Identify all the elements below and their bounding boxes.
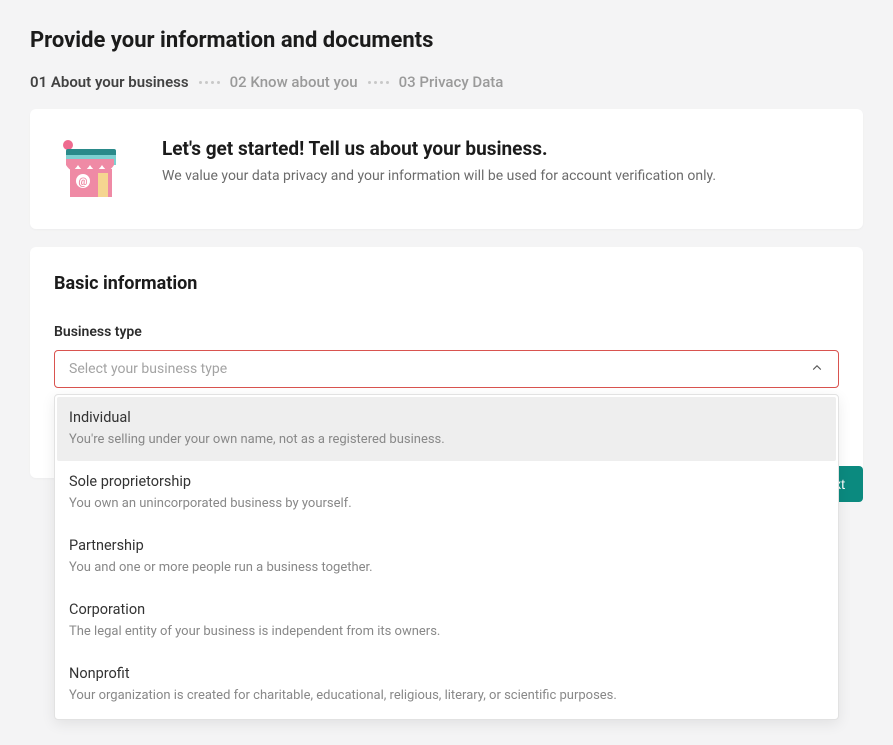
option-desc: You're selling under your own name, not … — [69, 432, 824, 447]
step-separator — [368, 81, 389, 84]
option-individual[interactable]: Individual You're selling under your own… — [57, 397, 836, 461]
chevron-up-icon — [810, 360, 824, 379]
svg-text:@: @ — [79, 177, 88, 188]
step-2: 02 Know about you — [230, 73, 358, 91]
step-3: 03 Privacy Data — [399, 73, 504, 91]
option-corporation[interactable]: Corporation The legal entity of your bus… — [57, 589, 836, 653]
step-indicator: 01 About your business 02 Know about you… — [30, 73, 863, 91]
intro-heading: Let's get started! Tell us about your bu… — [162, 137, 716, 160]
option-sole-proprietorship[interactable]: Sole proprietorship You own an unincorpo… — [57, 461, 836, 525]
step-separator — [199, 81, 220, 84]
option-title: Sole proprietorship — [69, 473, 824, 490]
option-desc: You own an unincorporated business by yo… — [69, 496, 824, 511]
business-type-select[interactable]: Select your business type — [54, 350, 839, 388]
option-desc: The legal entity of your business is ind… — [69, 624, 824, 639]
page-title: Provide your information and documents — [30, 28, 863, 53]
intro-subtext: We value your data privacy and your info… — [162, 168, 716, 184]
store-icon: @ — [56, 137, 120, 201]
option-desc: You and one or more people run a busines… — [69, 560, 824, 575]
select-placeholder: Select your business type — [69, 361, 227, 377]
business-type-dropdown: Individual You're selling under your own… — [54, 394, 839, 720]
business-type-label: Business type — [54, 324, 839, 340]
option-title: Corporation — [69, 601, 824, 618]
intro-card: @ Let's get started! Tell us about your … — [30, 109, 863, 229]
step-1: 01 About your business — [30, 73, 189, 91]
option-title: Individual — [69, 409, 824, 426]
option-title: Partnership — [69, 537, 824, 554]
option-desc: Your organization is created for charita… — [69, 688, 824, 703]
option-partnership[interactable]: Partnership You and one or more people r… — [57, 525, 836, 589]
option-nonprofit[interactable]: Nonprofit Your organization is created f… — [57, 653, 836, 717]
section-title: Basic information — [54, 273, 839, 294]
form-card: Basic information Business type Select y… — [30, 247, 863, 478]
option-title: Nonprofit — [69, 665, 824, 682]
